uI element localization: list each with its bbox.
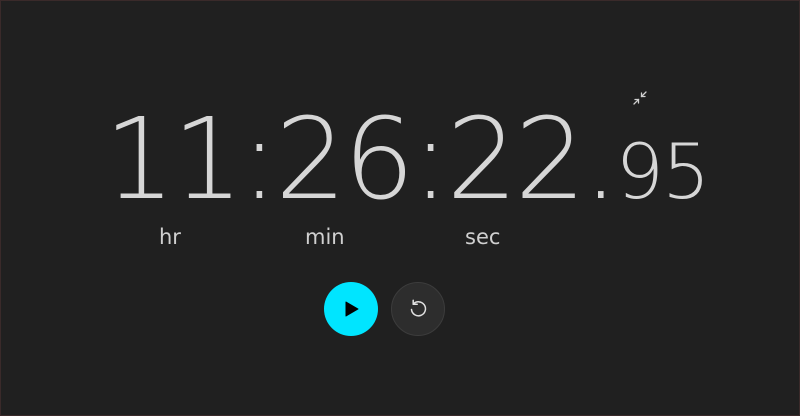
decimal-separator: . — [583, 95, 619, 225]
hundredths-value: 95 — [615, 127, 711, 216]
play-icon — [345, 301, 359, 317]
hours-value: 11 — [104, 95, 244, 225]
seconds-value: 22 — [446, 95, 587, 225]
minutes-unit-label: min — [305, 225, 345, 249]
seconds-unit-label: sec — [465, 225, 501, 249]
reset-icon — [410, 299, 427, 317]
time-separator: : — [411, 95, 450, 225]
hours-unit-label: hr — [159, 225, 181, 249]
minutes-value: 26 — [275, 95, 415, 225]
start-button[interactable] — [324, 282, 378, 336]
reset-button[interactable] — [391, 282, 445, 336]
stopwatch-time-display: 11:26:22.95 — [104, 95, 711, 225]
time-separator: : — [240, 95, 279, 225]
